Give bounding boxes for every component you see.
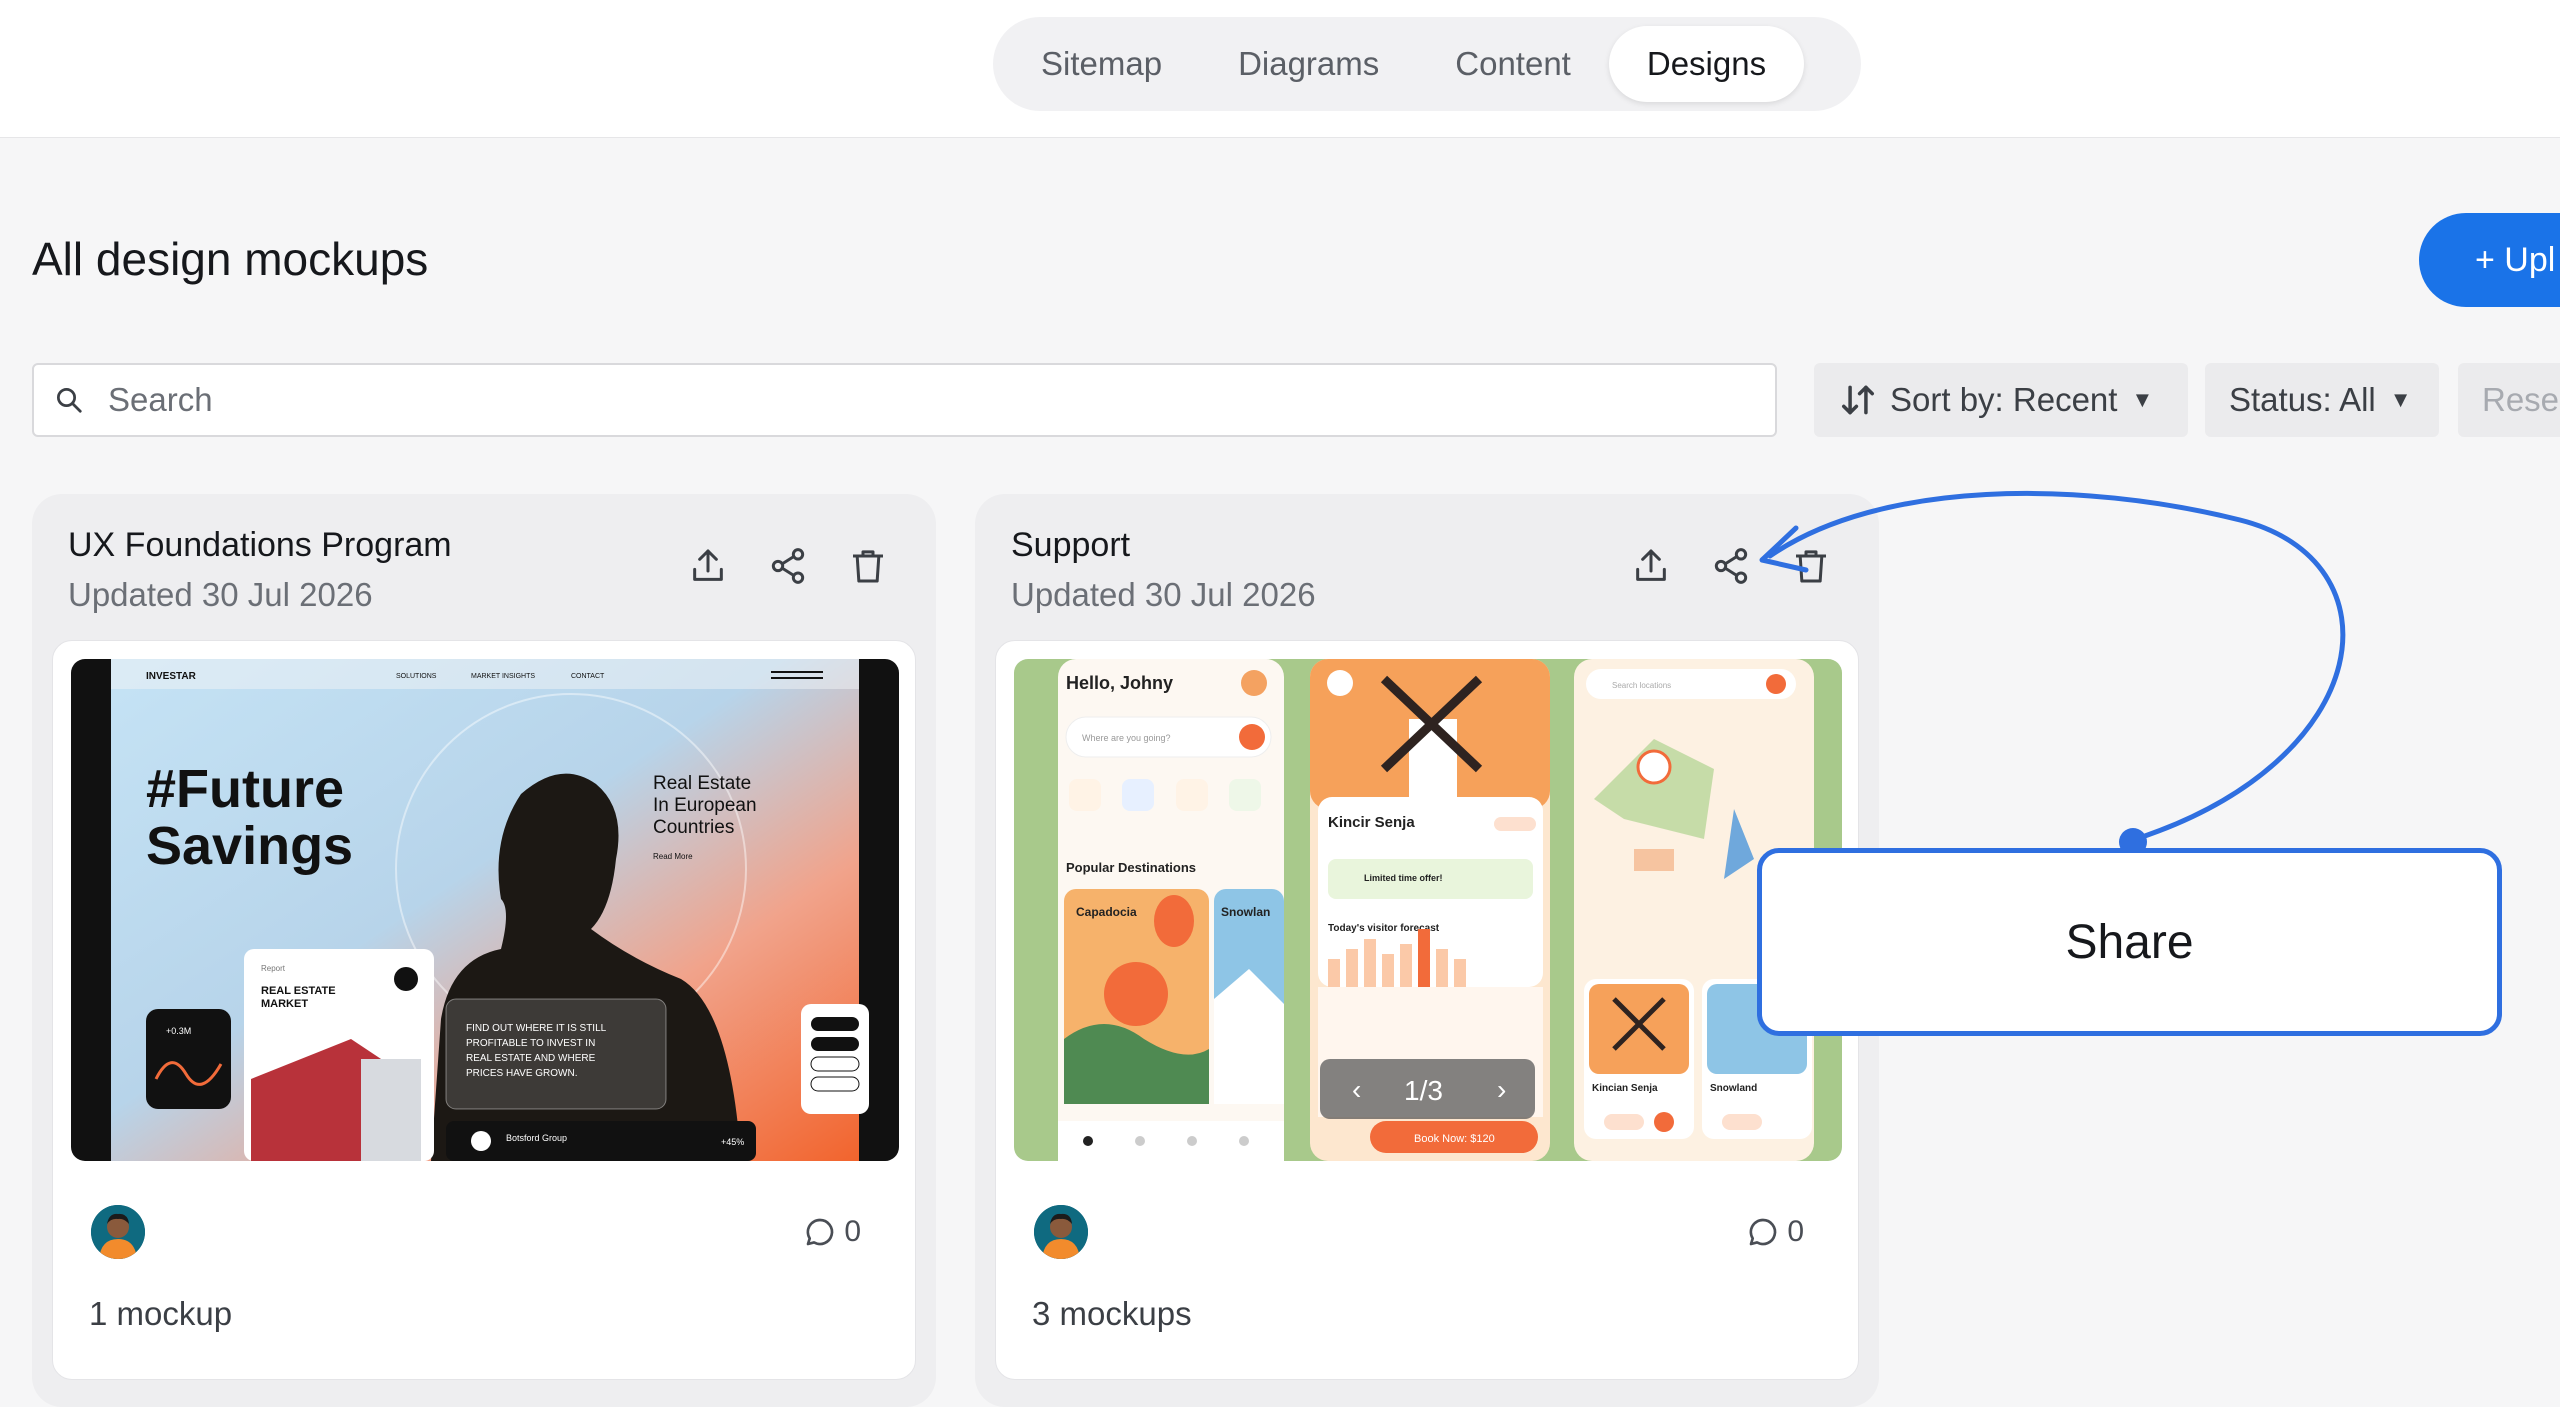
tab-content[interactable]: Content <box>1417 26 1609 102</box>
svg-text:CONTACT: CONTACT <box>571 673 605 680</box>
top-bar: Sitemap Diagrams Content Designs <box>0 0 2560 138</box>
svg-text:REAL ESTATE AND WHERE: REAL ESTATE AND WHERE <box>466 1053 596 1064</box>
reset-label: Rese <box>2482 381 2560 418</box>
chevron-down-icon: ▼ <box>2389 387 2412 412</box>
mockup-count: 3 mockups <box>1032 1295 1192 1332</box>
sort-label: Sort by: Recent <box>1890 381 2118 418</box>
travel-app-mockup-preview: Hello, Johny Where are you going? Popula… <box>1014 659 1842 1161</box>
tab-diagrams[interactable]: Diagrams <box>1200 26 1417 102</box>
svg-text:Savings: Savings <box>146 816 353 876</box>
svg-text:MARKET: MARKET <box>261 998 308 1010</box>
card-actions <box>688 546 888 586</box>
card-body: INVESTAR SOLUTIONS MARKET INSIGHTS CONTA… <box>52 640 916 1380</box>
comment-count-value: 0 <box>844 1215 861 1248</box>
svg-text:Real Estate: Real Estate <box>653 773 751 794</box>
svg-text:Snowland: Snowland <box>1710 1083 1757 1094</box>
share-icon[interactable] <box>768 546 808 586</box>
comments-count[interactable]: 0 <box>1747 1215 1804 1249</box>
svg-text:PROFITABLE TO INVEST IN: PROFITABLE TO INVEST IN <box>466 1038 595 1049</box>
page-title: All design mockups <box>32 233 429 285</box>
carousel-pager: 1/3 <box>1404 1075 1443 1106</box>
svg-text:Kincir Senja: Kincir Senja <box>1328 814 1415 831</box>
svg-text:›: › <box>1497 1074 1506 1105</box>
trash-icon[interactable] <box>848 546 888 586</box>
mockup-count: 1 mockup <box>89 1295 233 1332</box>
svg-text:+0.3M: +0.3M <box>166 1026 191 1036</box>
search-icon <box>57 388 82 413</box>
tab-sitemap[interactable]: Sitemap <box>1003 26 1200 102</box>
reset-button[interactable]: Rese <box>2458 363 2560 437</box>
avatar[interactable] <box>91 1205 145 1259</box>
comments-count[interactable]: 0 <box>804 1215 861 1249</box>
card-updated-date: Updated 30 Jul 2026 <box>1011 576 1316 613</box>
upload-icon[interactable] <box>688 546 728 586</box>
sort-icon <box>1842 385 1874 415</box>
avatar[interactable] <box>1034 1205 1088 1259</box>
tooltip-label: Share <box>2065 915 2194 969</box>
upload-icon[interactable] <box>1631 546 1671 586</box>
svg-text:SOLUTIONS: SOLUTIONS <box>396 673 437 680</box>
comment-count-value: 0 <box>1787 1215 1804 1248</box>
svg-text:In European: In European <box>653 795 757 816</box>
svg-text:Book Now: $120: Book Now: $120 <box>1414 1133 1495 1145</box>
share-tooltip: Share <box>1757 848 2502 1036</box>
sort-dropdown[interactable]: Sort by: Recent ▼ <box>1814 363 2188 437</box>
status-dropdown[interactable]: Status: All ▼ <box>2205 363 2439 437</box>
svg-text:Hello, Johny: Hello, Johny <box>1066 673 1173 693</box>
svg-text:Countries: Countries <box>653 817 734 838</box>
share-icon[interactable] <box>1711 546 1751 586</box>
svg-text:Search locations: Search locations <box>1612 681 1671 690</box>
investar-mockup-preview: INVESTAR SOLUTIONS MARKET INSIGHTS CONTA… <box>71 659 899 1161</box>
comment-icon <box>806 1218 834 1246</box>
svg-text:Where are you going?: Where are you going? <box>1082 733 1171 743</box>
tab-designs[interactable]: Designs <box>1608 26 1805 102</box>
svg-text:REAL ESTATE: REAL ESTATE <box>261 985 336 997</box>
svg-text:+45%: +45% <box>721 1137 744 1147</box>
svg-text:PRICES HAVE GROWN.: PRICES HAVE GROWN. <box>466 1068 578 1079</box>
svg-text:Read More: Read More <box>653 852 693 861</box>
view-tabs: Sitemap Diagrams Content Designs <box>993 17 1861 111</box>
svg-text:Report: Report <box>261 964 286 973</box>
card-actions <box>1631 546 1831 586</box>
status-label: Status: All <box>2229 381 2376 418</box>
mockup-thumbnail[interactable]: INVESTAR SOLUTIONS MARKET INSIGHTS CONTA… <box>71 659 899 1161</box>
mockup-thumbnail[interactable]: Hello, Johny Where are you going? Popula… <box>1014 659 1842 1161</box>
svg-text:Limited time offer!: Limited time offer! <box>1364 873 1443 883</box>
svg-text:FIND OUT WHERE IT IS STILL: FIND OUT WHERE IT IS STILL <box>466 1023 607 1034</box>
mockup-card[interactable]: UX Foundations Program Updated 30 Jul 20… <box>32 494 936 1407</box>
svg-text:Kincian Senja: Kincian Senja <box>1592 1083 1658 1094</box>
svg-text:Capadocia: Capadocia <box>1076 905 1137 919</box>
search-box <box>32 363 1777 437</box>
svg-text:Popular Destinations: Popular Destinations <box>1066 860 1196 875</box>
card-title: Support <box>1011 526 1131 564</box>
comment-icon <box>1749 1218 1777 1246</box>
trash-icon[interactable] <box>1791 546 1831 586</box>
chevron-down-icon: ▼ <box>2131 387 2154 412</box>
card-title: UX Foundations Program <box>68 526 452 564</box>
upload-button[interactable]: + Upl <box>2419 213 2560 307</box>
svg-text:‹: ‹ <box>1352 1074 1361 1105</box>
mockup-card[interactable]: Support Updated 30 Jul 2026 Hello, Johny… <box>975 494 1879 1407</box>
brand-logo: INVESTAR <box>146 671 197 682</box>
card-body: Hello, Johny Where are you going? Popula… <box>995 640 1859 1380</box>
svg-text:#Future: #Future <box>146 759 344 819</box>
search-input[interactable] <box>108 381 1708 419</box>
svg-text:Snowlan: Snowlan <box>1221 905 1270 919</box>
svg-text:MARKET INSIGHTS: MARKET INSIGHTS <box>471 673 535 680</box>
svg-text:Botsford Group: Botsford Group <box>506 1133 567 1143</box>
card-updated-date: Updated 30 Jul 2026 <box>68 576 373 613</box>
